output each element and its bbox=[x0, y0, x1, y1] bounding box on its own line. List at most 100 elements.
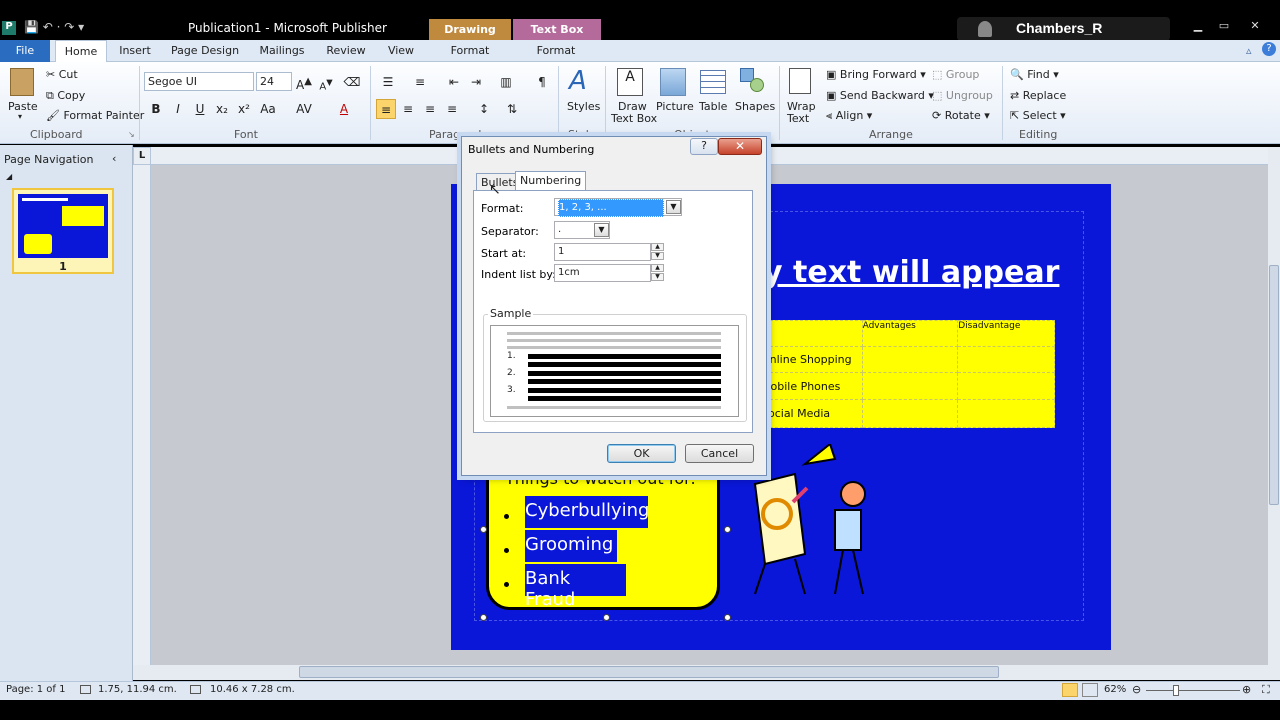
underline-icon[interactable]: U bbox=[190, 99, 210, 119]
zoom-in-icon[interactable]: ⊕ bbox=[1242, 683, 1251, 696]
bold-icon[interactable]: B bbox=[146, 99, 166, 119]
italic-icon[interactable]: I bbox=[168, 99, 188, 119]
tab-insert[interactable]: Insert bbox=[114, 40, 156, 62]
bullet-item[interactable]: Bank Fraud bbox=[525, 564, 626, 610]
indent-spin-down-icon[interactable]: ▼ bbox=[651, 273, 664, 281]
dialog-help-icon[interactable]: ? bbox=[690, 138, 718, 155]
horizontal-scrollbar[interactable] bbox=[133, 665, 1268, 680]
maximize-icon[interactable]: ▭ bbox=[1213, 19, 1235, 35]
page-thumbnail[interactable]: 1 bbox=[12, 188, 114, 274]
align-center-icon[interactable]: ≡ bbox=[398, 99, 418, 119]
rotate-button[interactable]: ⟳ Rotate ▾ bbox=[932, 109, 990, 122]
find-button[interactable]: 🔍 Find ▾ bbox=[1010, 68, 1059, 81]
status-page[interactable]: Page: 1 of 1 bbox=[6, 684, 65, 695]
fit-page-icon[interactable]: ⛶ bbox=[1262, 683, 1270, 697]
format-select[interactable]: 1, 2, 3, ... bbox=[554, 198, 682, 217]
tab-textbox-format[interactable]: Format bbox=[526, 40, 586, 62]
increase-indent-icon[interactable]: ⇥ bbox=[466, 72, 486, 92]
close-icon[interactable]: ✕ bbox=[1244, 19, 1266, 35]
separator-dropdown-icon[interactable]: ▼ bbox=[594, 223, 609, 237]
show-formatting-icon[interactable]: ¶ bbox=[532, 72, 552, 92]
tab-file[interactable]: File bbox=[0, 40, 50, 62]
clear-formatting-icon[interactable]: ⌫ bbox=[342, 72, 362, 92]
picture-icon[interactable] bbox=[660, 68, 686, 96]
shapes-button[interactable]: Shapes bbox=[735, 100, 775, 113]
selection-handle[interactable] bbox=[603, 614, 610, 621]
dialog-close-icon[interactable]: ✕ bbox=[718, 138, 762, 155]
table-button[interactable]: Table bbox=[699, 100, 727, 113]
decrease-indent-icon[interactable]: ⇤ bbox=[444, 72, 464, 92]
draw-text-box-icon[interactable]: A bbox=[617, 68, 643, 96]
superscript-icon[interactable]: x² bbox=[234, 99, 254, 119]
bullet-item[interactable]: Grooming bbox=[525, 530, 617, 562]
clipboard-launcher-icon[interactable]: ↘ bbox=[128, 130, 135, 139]
shrink-font-icon[interactable]: A▼ bbox=[316, 72, 336, 92]
replace-button[interactable]: ⇄ Replace bbox=[1010, 89, 1066, 102]
start-at-input[interactable]: 1 bbox=[554, 243, 651, 261]
bring-forward-button[interactable]: ▣ Bring Forward ▾ bbox=[826, 68, 926, 81]
help-icon[interactable]: ? bbox=[1262, 42, 1276, 56]
tab-page-design[interactable]: Page Design bbox=[168, 40, 242, 62]
styles-button[interactable]: Styles bbox=[567, 100, 600, 113]
selection-handle[interactable] bbox=[724, 614, 731, 621]
table-header-cell[interactable] bbox=[760, 320, 863, 347]
justify-icon[interactable]: ≡ bbox=[442, 99, 462, 119]
table-row-label[interactable]: Online Shopping bbox=[760, 345, 863, 374]
minimize-icon[interactable]: ▁ bbox=[1187, 19, 1209, 35]
wrap-text-icon[interactable] bbox=[789, 68, 811, 94]
font-color-icon[interactable]: A bbox=[334, 99, 354, 119]
quick-access-toolbar[interactable]: 💾 ↶ · ↷ ▾ bbox=[24, 20, 84, 34]
align-right-icon[interactable]: ≡ bbox=[420, 99, 440, 119]
table-header-cell[interactable]: Advantages bbox=[861, 320, 959, 347]
indent-input[interactable]: 1cm bbox=[554, 264, 651, 282]
align-left-icon[interactable]: ≡ bbox=[376, 99, 396, 119]
paste-icon[interactable] bbox=[10, 68, 34, 96]
table-cell[interactable] bbox=[957, 345, 1055, 374]
zoom-slider-track[interactable] bbox=[1146, 690, 1240, 691]
comparison-table[interactable]: Advantages Disadvantage Online Shopping … bbox=[760, 320, 1055, 428]
vertical-ruler[interactable] bbox=[133, 165, 151, 665]
ok-button[interactable]: OK bbox=[607, 444, 676, 463]
zoom-level[interactable]: 62% bbox=[1104, 684, 1126, 695]
ribbon-minimize-icon[interactable]: ▵ bbox=[1246, 44, 1252, 57]
paragraph-spacing-icon[interactable]: ⇅ bbox=[502, 99, 522, 119]
zoom-out-icon[interactable]: ⊖ bbox=[1132, 683, 1141, 696]
cut-button[interactable]: ✂ Cut bbox=[46, 68, 78, 81]
text-box-button-label[interactable]: Text Box bbox=[611, 112, 657, 125]
tab-mailings[interactable]: Mailings bbox=[255, 40, 309, 62]
vertical-scrollbar[interactable] bbox=[1268, 147, 1280, 680]
selection-handle[interactable] bbox=[480, 526, 487, 533]
start-spin-down-icon[interactable]: ▼ bbox=[651, 252, 664, 260]
table-row-label[interactable]: Mobile Phones bbox=[760, 372, 863, 401]
table-cell[interactable] bbox=[861, 399, 959, 428]
tab-home[interactable]: Home bbox=[55, 40, 107, 62]
selection-handle[interactable] bbox=[724, 526, 731, 533]
tab-view[interactable]: View bbox=[382, 40, 420, 62]
tab-drawing-format[interactable]: Format bbox=[440, 40, 500, 62]
publisher-app-icon[interactable]: P bbox=[2, 21, 16, 35]
horizontal-scroll-thumb[interactable] bbox=[299, 666, 999, 678]
copy-button[interactable]: ⧉ Copy bbox=[46, 89, 85, 103]
two-page-view-icon[interactable] bbox=[1082, 683, 1098, 697]
paste-button[interactable]: Paste bbox=[8, 100, 38, 113]
vertical-scroll-thumb[interactable] bbox=[1269, 265, 1279, 505]
line-spacing-icon[interactable]: ↕ bbox=[474, 99, 494, 119]
grow-font-icon[interactable]: A▲ bbox=[294, 72, 314, 92]
table-cell[interactable] bbox=[957, 399, 1055, 428]
expand-icon[interactable]: ◢ bbox=[6, 172, 12, 181]
shapes-icon[interactable] bbox=[740, 68, 766, 94]
format-painter-button[interactable]: 🖌 Format Painter bbox=[46, 109, 144, 122]
wrap-text-label[interactable]: Text bbox=[787, 112, 809, 125]
align-button[interactable]: ⫷ Align ▾ bbox=[826, 109, 872, 123]
zoom-slider-thumb[interactable] bbox=[1173, 685, 1179, 696]
collapse-pane-icon[interactable]: ‹ bbox=[112, 152, 116, 165]
start-spin-up-icon[interactable]: ▲ bbox=[651, 243, 664, 251]
font-size-select[interactable]: 24 bbox=[256, 72, 292, 91]
format-dropdown-icon[interactable]: ▼ bbox=[666, 200, 681, 214]
table-cell[interactable] bbox=[957, 372, 1055, 401]
styles-icon[interactable]: A bbox=[569, 66, 587, 96]
picture-button[interactable]: Picture bbox=[656, 100, 694, 113]
columns-icon[interactable]: ▥ bbox=[496, 72, 516, 92]
numbering-icon[interactable]: ≡ bbox=[410, 72, 430, 92]
page-heading[interactable]: y text will appear bbox=[763, 255, 1059, 290]
